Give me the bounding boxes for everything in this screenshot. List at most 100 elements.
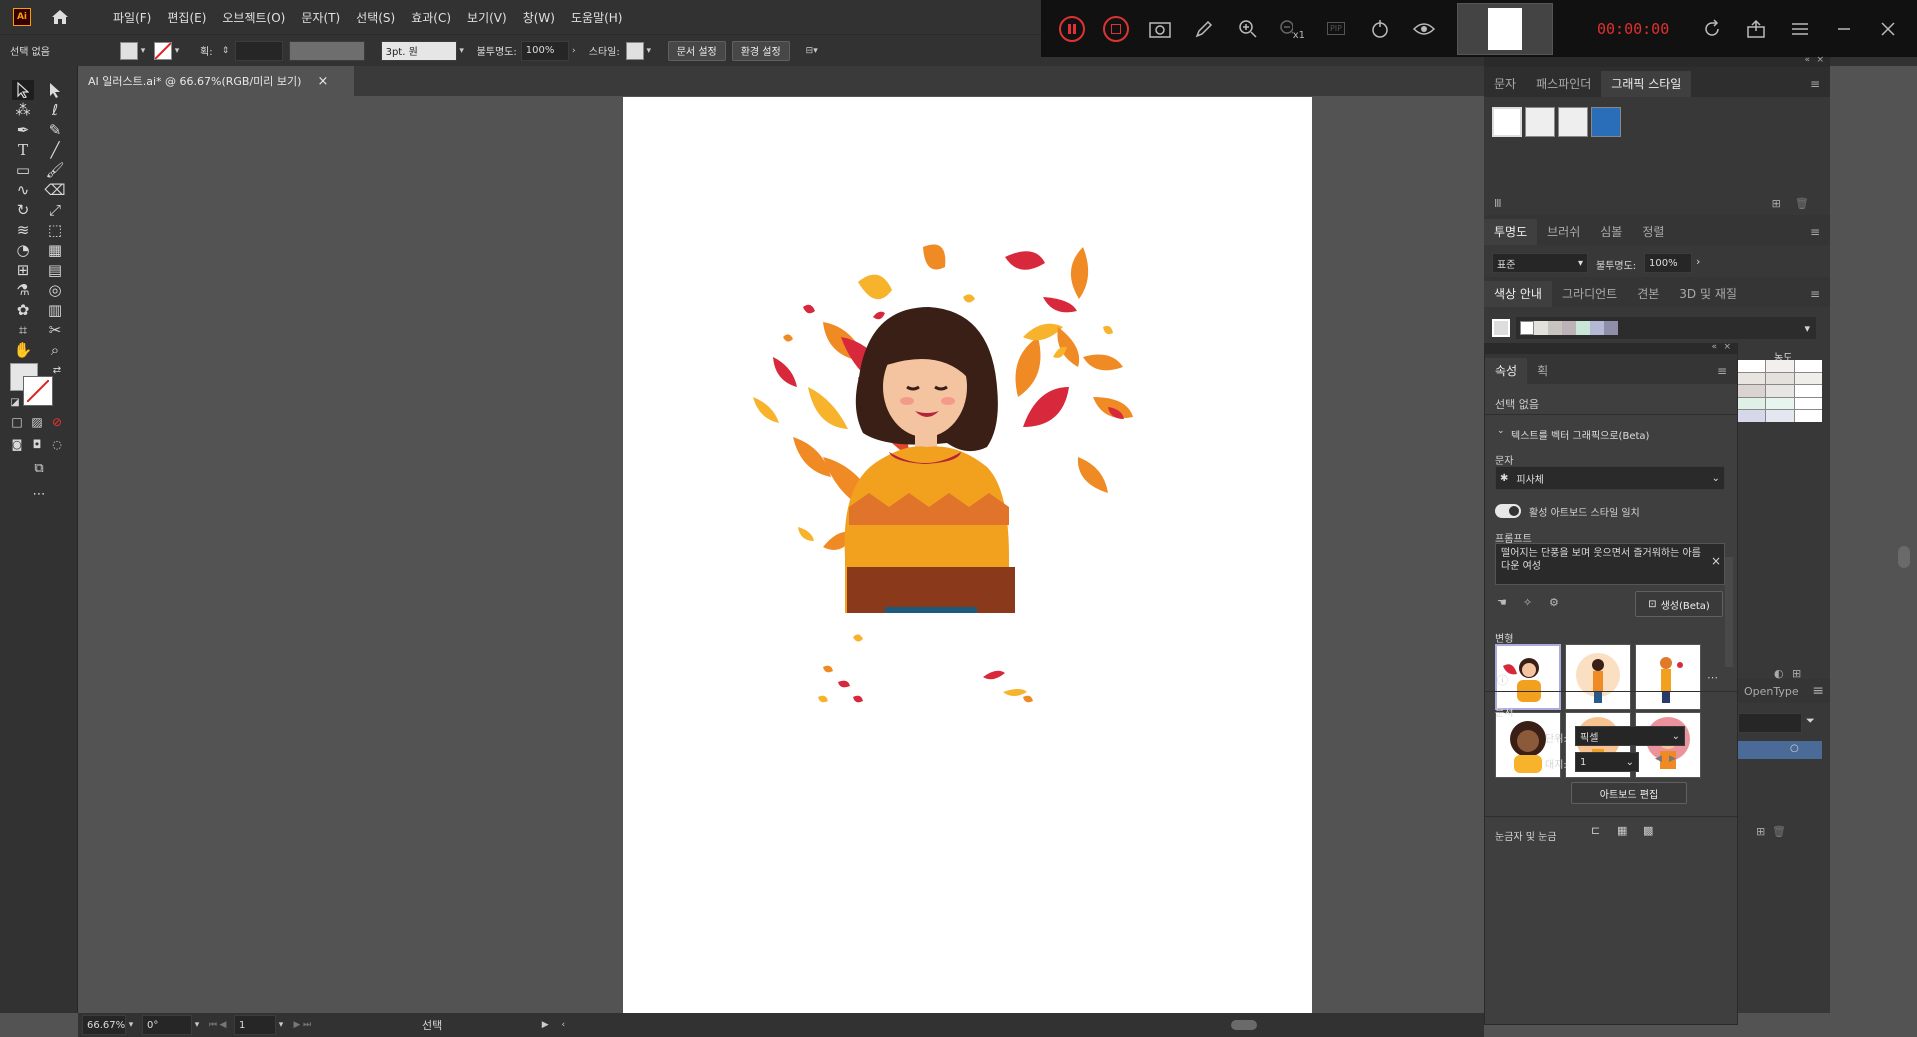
clear-prompt-icon[interactable]: × <box>1711 554 1721 568</box>
chevron-down-icon[interactable]: ▾ <box>276 1020 286 1030</box>
free-transform-icon[interactable]: ⬚ <box>44 220 66 240</box>
color-guide-current-swatch[interactable] <box>1520 321 1534 335</box>
chevron-down-icon[interactable]: ▾ <box>1804 322 1810 335</box>
hand-tool-icon[interactable]: ✋ <box>12 340 34 360</box>
first-artboard-icon[interactable]: ⏮ <box>208 1020 218 1030</box>
tab-character[interactable]: 문자 <box>1484 71 1526 97</box>
close-panels-icon[interactable]: × <box>1816 55 1824 65</box>
tab-gradient[interactable]: 그라디언트 <box>1552 281 1627 307</box>
direct-selection-tool-icon[interactable] <box>44 80 66 100</box>
edit-artboards-button[interactable]: 아트보드 편집 <box>1571 782 1687 804</box>
tab-opentype[interactable]: OpenType <box>1744 685 1799 698</box>
cursor-effect-icon[interactable] <box>1367 16 1393 42</box>
match-artboard-style-toggle[interactable] <box>1495 504 1521 518</box>
slice-tool-icon[interactable]: ✂ <box>44 320 66 340</box>
eyedropper-icon[interactable]: ⚗ <box>12 280 34 300</box>
text-to-vector-section-title[interactable]: 텍스트를 벡터 그래픽으로(Beta) <box>1511 427 1649 442</box>
harmony-swatch[interactable] <box>1576 321 1590 335</box>
settings-gear-icon[interactable]: ⚙ <box>1549 596 1559 609</box>
screen-mode-icon[interactable]: ⧉ <box>28 458 50 478</box>
previous-artboard-icon[interactable]: ◀ <box>218 1020 228 1030</box>
chevron-down-icon[interactable]: ▾ <box>457 46 467 56</box>
prev-artboard-icon[interactable]: ◀ <box>1655 754 1662 764</box>
preferences-button[interactable]: 환경 설정 <box>731 40 790 61</box>
lasso-icon[interactable]: ℓ <box>44 100 66 120</box>
collapse-panels-icon[interactable]: « <box>1804 55 1810 65</box>
menu-object[interactable]: 오브젝트(O) <box>214 9 293 26</box>
tab-symbols[interactable]: 심볼 <box>1590 219 1632 245</box>
pip-icon[interactable]: PIP <box>1323 16 1349 42</box>
arrange-icon[interactable]: ⊟▾ <box>802 46 822 56</box>
transparency-grid-icon[interactable]: ▩ <box>1643 824 1653 837</box>
graphic-style-swatch[interactable] <box>1558 107 1588 137</box>
chevron-down-icon[interactable]: ⌄ <box>1497 426 1505 436</box>
transparency-opacity-field[interactable]: 100% <box>1644 253 1692 273</box>
more-tools-icon[interactable]: ⋯ <box>28 484 50 504</box>
gradient-mode-icon[interactable]: ▨ <box>26 412 48 432</box>
magic-wand-icon[interactable]: ⁂ <box>12 100 34 120</box>
panel-menu-icon[interactable]: ≡ <box>1800 219 1830 245</box>
prompt-textarea[interactable]: 떨어지는 단풍을 보며 웃으면서 즐거워하는 아름다운 여성 <box>1495 543 1725 585</box>
pen-icon[interactable] <box>1191 16 1217 42</box>
horizontal-scrollbar-thumb[interactable] <box>1231 1020 1257 1030</box>
variable-width-profile[interactable] <box>288 40 365 61</box>
panel-menu-icon[interactable]: ≡ <box>1800 71 1830 97</box>
sample-icon[interactable]: ☚ <box>1497 596 1507 609</box>
graph-tool-icon[interactable]: ▥ <box>44 300 66 320</box>
harmony-swatch[interactable] <box>1548 321 1562 335</box>
zoom-in-icon[interactable] <box>1235 16 1261 42</box>
close-icon[interactable] <box>1875 16 1901 42</box>
chevron-right-icon[interactable]: › <box>569 46 579 56</box>
artboard-tool-icon[interactable]: ⌗ <box>12 320 34 340</box>
blend-tool-icon[interactable]: ◎ <box>44 280 66 300</box>
panel-menu-icon[interactable]: ≡ <box>1812 683 1824 699</box>
line-tool-icon[interactable]: ╱ <box>44 140 66 160</box>
curvature-tool-icon[interactable]: ✎ <box>44 120 66 140</box>
opentype-selected-row[interactable]: ○ <box>1738 741 1822 759</box>
vertical-scrollbar-thumb[interactable] <box>1898 546 1910 568</box>
color-guide-harmony-bar[interactable]: ▾ <box>1516 317 1816 339</box>
graphic-style-swatch[interactable] <box>1591 107 1621 137</box>
stroke-color-box[interactable] <box>23 376 53 406</box>
blend-mode-select[interactable]: 표준 ▾ <box>1492 253 1588 273</box>
style-swatch[interactable] <box>625 41 644 60</box>
zoom-out-icon[interactable]: x1 <box>1279 16 1305 42</box>
delete-style-icon[interactable]: 🗑 <box>1795 197 1809 210</box>
next-artboard-icon[interactable]: ▶ <box>292 1020 302 1030</box>
mesh-tool-icon[interactable]: ⊞ <box>12 260 34 280</box>
chevron-down-icon[interactable]: ▾ <box>138 46 148 56</box>
eraser-icon[interactable]: ⌫ <box>44 180 66 200</box>
lightbulb-icon[interactable]: ✧ <box>1523 596 1532 609</box>
perspective-grid-icon[interactable]: ▦ <box>44 240 66 260</box>
graphic-style-swatch[interactable] <box>1492 107 1522 137</box>
draw-normal-icon[interactable]: ◙ <box>6 434 28 454</box>
zoom-tool-icon[interactable]: ⌕ <box>44 340 66 360</box>
harmony-swatch[interactable] <box>1562 321 1576 335</box>
scale-tool-icon[interactable]: ⤢ <box>44 200 66 220</box>
width-tool-icon[interactable]: ≋ <box>12 220 34 240</box>
pause-record-button[interactable] <box>1059 15 1085 42</box>
draw-behind-icon[interactable]: ◘ <box>26 434 48 454</box>
menu-type[interactable]: 문자(T) <box>293 9 348 26</box>
pen-tool-icon[interactable]: ✒ <box>12 120 34 140</box>
menu-view[interactable]: 보기(V) <box>459 9 515 26</box>
brush-definition[interactable]: 3pt. 원 <box>380 40 457 61</box>
last-artboard-icon[interactable]: ⏭ <box>302 1020 312 1030</box>
gradient-tool-icon[interactable]: ▤ <box>44 260 66 280</box>
new-style-icon[interactable]: ⊞ <box>1772 197 1781 210</box>
chevron-down-icon[interactable]: ▾ <box>172 46 182 56</box>
info-icon[interactable]: ⓘ <box>1497 672 1508 688</box>
paintbrush-icon[interactable]: 🖌 <box>44 160 66 180</box>
rotation-field[interactable]: 0° <box>142 1015 192 1035</box>
menu-effect[interactable]: 효과(C) <box>403 9 459 26</box>
tab-transparency[interactable]: 투명도 <box>1484 219 1538 245</box>
menu-edit[interactable]: 편집(E) <box>159 9 214 26</box>
color-guide-base-swatch[interactable] <box>1492 319 1510 337</box>
artboard-dropdown[interactable]: 1 ⌄ <box>1575 752 1639 772</box>
shaper-tool-icon[interactable]: ∿ <box>12 180 34 200</box>
variation-thumbnail[interactable] <box>1565 644 1631 710</box>
tab-graphic-styles[interactable]: 그래픽 스타일 <box>1601 71 1692 97</box>
minimize-icon[interactable] <box>1831 16 1857 42</box>
harmony-swatch[interactable] <box>1590 321 1604 335</box>
color-guide-variation-grid[interactable] <box>1738 360 1822 422</box>
